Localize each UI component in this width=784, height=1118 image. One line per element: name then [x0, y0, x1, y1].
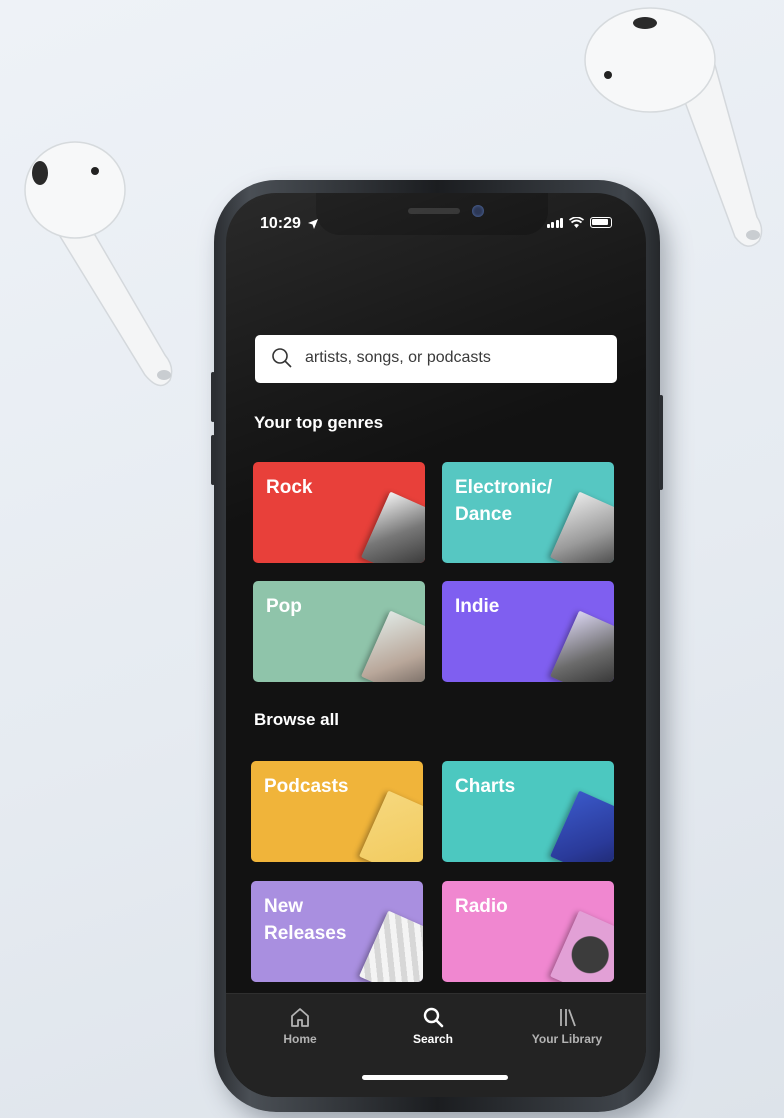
- search-placeholder: artists, songs, or podcasts: [305, 349, 491, 366]
- tab-home[interactable]: Home: [245, 1006, 355, 1046]
- genre-label: Pop: [266, 596, 302, 617]
- genre-tile-indie[interactable]: Indie: [442, 581, 614, 682]
- signal-icon: [546, 218, 563, 228]
- library-icon: [560, 1009, 576, 1027]
- playlist-cover: [550, 610, 614, 682]
- search-icon: [423, 1007, 444, 1028]
- search-input[interactable]: artists, songs, or podcasts: [255, 335, 617, 383]
- notch: [316, 193, 548, 235]
- genre-label: Rock: [266, 477, 313, 498]
- phone-screen: 10:29 artists, songs, or podcasts Your t…: [226, 193, 646, 1097]
- wifi-icon: [569, 217, 584, 228]
- browse-tile-podcasts[interactable]: Podcasts: [251, 761, 423, 862]
- top-genres-heading: Your top genres: [254, 413, 384, 432]
- genre-tile-pop[interactable]: Pop: [253, 581, 425, 682]
- power-button: [659, 395, 663, 490]
- playlist-cover: [361, 491, 425, 563]
- earpiece-speaker: [408, 208, 460, 214]
- home-indicator[interactable]: [362, 1075, 508, 1080]
- genre-tile-electronic-dance[interactable]: Electronic/ Dance: [442, 462, 614, 563]
- bottom-tab-bar: Home Search Your Library: [226, 993, 646, 1097]
- playlist-cover: [359, 790, 423, 862]
- battery-icon: [590, 217, 612, 228]
- genre-tile-rock[interactable]: Rock: [253, 462, 425, 563]
- browse-label: Podcasts: [264, 776, 349, 797]
- browse-tile-charts[interactable]: Charts: [442, 761, 614, 862]
- playlist-cover: [550, 790, 614, 862]
- location-arrow-icon: [308, 219, 318, 229]
- genre-label: Indie: [455, 596, 500, 617]
- tab-your-library-label: Your Library: [531, 1032, 603, 1046]
- status-icons: [546, 217, 612, 228]
- volume-button-down: [211, 435, 215, 485]
- playlist-cover: [550, 910, 614, 982]
- browse-label: Charts: [455, 776, 516, 797]
- status-time: 10:29: [260, 215, 301, 232]
- browse-all-heading: Browse all: [254, 710, 340, 729]
- home-icon: [291, 1008, 309, 1027]
- search-icon: [272, 348, 292, 368]
- browse-label: Radio: [455, 896, 508, 917]
- tab-search[interactable]: Search: [378, 1006, 488, 1046]
- browse-tile-radio[interactable]: Radio: [442, 881, 614, 982]
- tab-home-label: Home: [283, 1032, 317, 1046]
- tab-your-library[interactable]: Your Library: [512, 1006, 622, 1046]
- left-airpod: [24, 141, 173, 387]
- front-camera: [472, 205, 484, 217]
- playlist-cover: [361, 610, 425, 682]
- tab-search-label: Search: [412, 1032, 454, 1046]
- browse-tile-new-releases[interactable]: New Releases: [251, 881, 423, 982]
- volume-button-up: [211, 372, 215, 422]
